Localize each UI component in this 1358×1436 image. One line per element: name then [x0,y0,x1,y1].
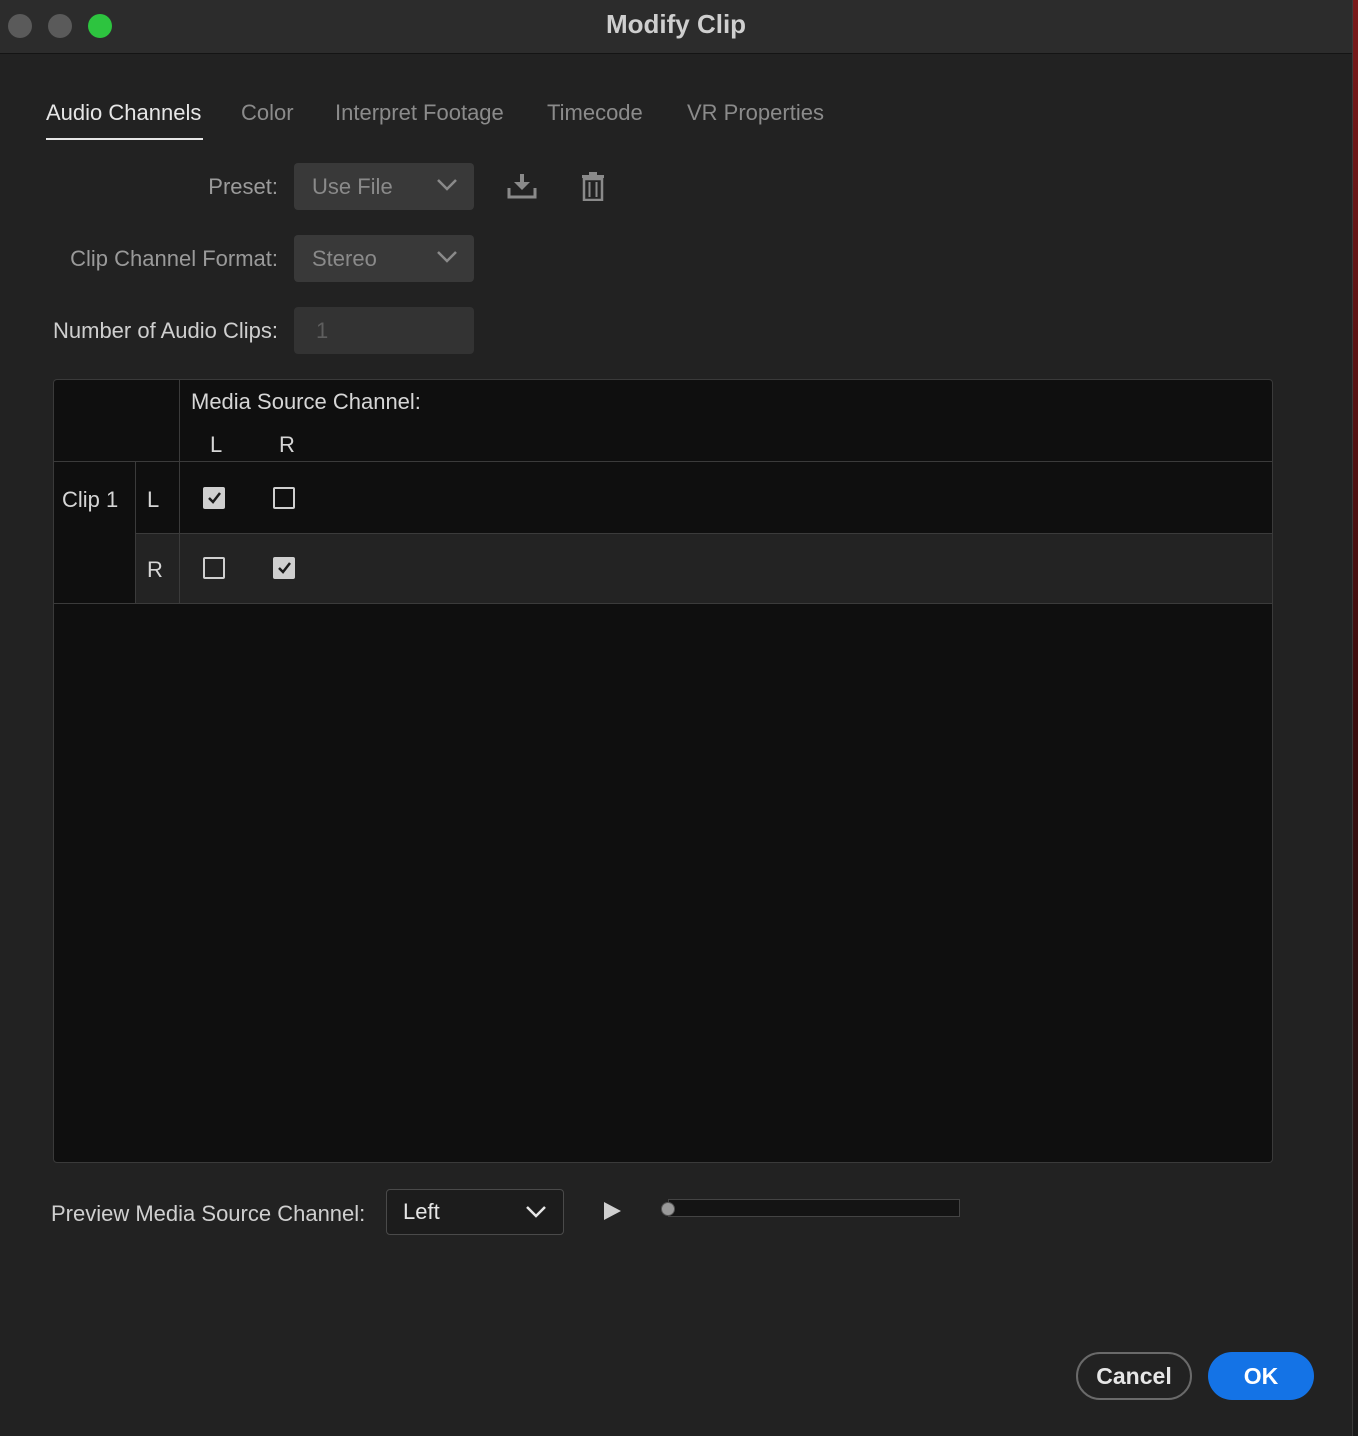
chevron-down-icon [437,179,457,191]
source-channel-r-header: R [279,432,295,457]
tab-interpret-footage[interactable]: Interpret Footage [335,100,504,126]
checkbox-r-to-r[interactable] [273,557,295,579]
save-preset-icon[interactable] [506,172,538,200]
chevron-down-icon [526,1206,546,1218]
number-of-audio-clips-field[interactable]: 1 [294,307,474,354]
trash-icon[interactable] [580,171,606,201]
clip-channel-r-label: R [147,557,163,582]
cancel-button[interactable]: Cancel [1076,1352,1192,1400]
clip-channel-format-dropdown[interactable]: Stereo [294,235,474,282]
preset-dropdown[interactable]: Use File [294,163,474,210]
clip-label: Clip 1 [62,487,119,512]
media-source-channel-header: Media Source Channel: [191,389,421,414]
modify-clip-dialog: Modify Clip Audio Channels Color Interpr… [0,0,1353,1436]
window-title: Modify Clip [605,9,747,39]
grid-row-r-background [136,534,1272,603]
clip-channel-format-label: Clip Channel Format: [70,246,278,271]
background-window-edge [1353,0,1358,1436]
source-channel-l-header: L [210,432,223,457]
channel-mapping-grid: Media Source Channel: L R Clip 1 L R [53,379,1273,1163]
preset-label: Preset: [208,174,278,199]
checkmark-icon [208,492,221,504]
tab-vr-properties[interactable]: VR Properties [687,100,824,126]
preview-scrub-slider[interactable] [668,1199,960,1217]
clip-channel-format-value: Stereo [312,246,377,271]
preview-channel-value: Left [403,1199,440,1224]
checkmark-icon [278,562,291,574]
preview-scrub-handle[interactable] [661,1202,675,1216]
number-of-audio-clips-label: Number of Audio Clips: [53,318,278,343]
play-icon[interactable] [602,1201,622,1221]
tab-color[interactable]: Color [241,100,294,126]
preset-value: Use File [312,174,393,199]
clip-channel-l-label: L [147,487,160,512]
checkbox-l-to-l[interactable] [203,487,225,509]
preview-channel-dropdown[interactable]: Left [386,1189,564,1235]
tab-audio-channels[interactable]: Audio Channels [46,100,204,140]
preview-media-source-channel-label: Preview Media Source Channel: [51,1201,366,1226]
chevron-down-icon [437,251,457,263]
checkbox-r-to-l[interactable] [273,487,295,509]
ok-button[interactable]: OK [1208,1352,1314,1400]
tab-timecode[interactable]: Timecode [547,100,643,126]
checkbox-l-to-r[interactable] [203,557,225,579]
title-bar: Modify Clip [0,0,1352,54]
